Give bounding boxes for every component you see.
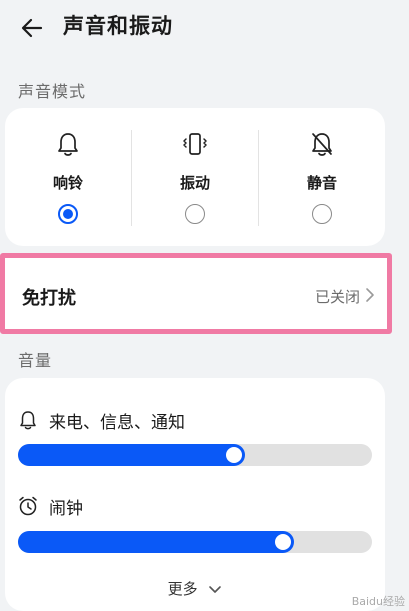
alarm-clock-icon [19, 496, 37, 516]
sound-mode-label: 响铃 [52, 174, 83, 192]
slider-thumb[interactable] [275, 534, 291, 550]
bell-off-icon [312, 133, 332, 156]
volume-item-label: 来电、信息、通知 [49, 412, 185, 433]
chevron-right-icon [366, 288, 374, 302]
vibrate-icon [183, 133, 207, 155]
ring-radio[interactable] [58, 204, 78, 224]
chevron-down-icon [209, 585, 222, 593]
sound-mode-card: 响铃 振动 静音 [5, 108, 385, 246]
alarm-volume-slider[interactable] [18, 531, 372, 553]
bell-icon [58, 133, 78, 156]
slider-fill [18, 444, 245, 466]
dnd-highlight-frame: 免打扰 已关闭 [0, 253, 392, 334]
volume-section-label: 音量 [18, 351, 53, 370]
slider-thumb[interactable] [226, 447, 242, 463]
sound-mode-option-vibrate[interactable]: 振动 [132, 108, 258, 246]
ring-volume-slider[interactable] [18, 444, 372, 466]
sound-mode-option-ring[interactable]: 响铃 [5, 108, 131, 246]
more-button[interactable]: 更多 [5, 578, 385, 599]
more-label: 更多 [167, 580, 198, 598]
sound-mode-label: 振动 [179, 174, 210, 192]
volume-card: 来电、信息、通知 闹钟 更多 [5, 378, 385, 611]
slider-fill [18, 531, 294, 553]
header: 声音和振动 [0, 0, 409, 56]
volume-item-label: 闹钟 [49, 498, 83, 519]
volume-item-alarm: 闹钟 [17, 492, 83, 520]
dnd-title: 免打扰 [22, 288, 76, 309]
bell-icon [20, 411, 36, 430]
back-arrow-icon [21, 18, 43, 38]
sound-mode-label: 静音 [306, 174, 337, 192]
page-title: 声音和振动 [63, 14, 173, 38]
silent-radio[interactable] [312, 204, 332, 224]
watermark: Baidu经验 [351, 595, 405, 608]
sound-mode-section-label: 声音模式 [18, 82, 87, 101]
back-button[interactable] [14, 10, 50, 46]
dnd-status: 已关闭 [314, 288, 360, 306]
sound-mode-option-silent[interactable]: 静音 [259, 108, 385, 246]
volume-item-ring: 来电、信息、通知 [17, 406, 185, 434]
dnd-row[interactable]: 免打扰 已关闭 [10, 263, 382, 325]
vibrate-radio[interactable] [185, 204, 205, 224]
